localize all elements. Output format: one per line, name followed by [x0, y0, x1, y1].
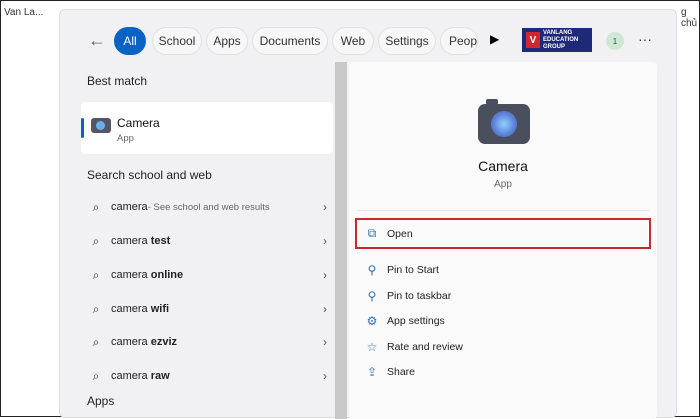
app-title: Camera	[478, 158, 528, 174]
details-pane: Camera App ⧉ Open ⚲ Pin to Start ⚲ Pin to t…	[349, 62, 657, 419]
list-item[interactable]: ⌕ camera online ›	[81, 260, 333, 290]
list-item[interactable]: ⌕ camera raw ›	[81, 361, 333, 391]
tab-apps[interactable]: Apps	[206, 27, 248, 55]
more-options-icon[interactable]: ···	[638, 31, 652, 47]
app-settings-action[interactable]: ⚙ App settings	[357, 307, 649, 335]
chevron-right-icon: ›	[323, 268, 327, 282]
back-arrow-icon[interactable]: ←	[88, 30, 106, 51]
search-icon: ⌕	[92, 301, 100, 316]
action-label: Share	[387, 366, 416, 378]
action-label: Open	[387, 227, 413, 240]
tab-school[interactable]: School	[152, 27, 202, 55]
action-label: Pin to Start	[387, 264, 439, 276]
result-term: camera	[111, 235, 151, 247]
star-icon: ☆	[366, 340, 378, 354]
selection-indicator	[81, 118, 84, 138]
org-logo[interactable]: V VANLANG EDUCATION GROUP	[522, 28, 592, 52]
search-icon: ⌕	[92, 368, 100, 383]
chevron-right-icon: ›	[323, 200, 327, 214]
result-term: camera	[111, 370, 151, 382]
result-bold: test	[150, 235, 171, 247]
pin-to-taskbar-action[interactable]: ⚲ Pin to taskbar	[357, 282, 649, 310]
share-icon: ⇪	[366, 365, 378, 379]
scroll-tabs-right-icon[interactable]: ▶	[490, 32, 499, 46]
app-subtitle: App	[494, 179, 512, 190]
pin-to-start-action[interactable]: ⚲ Pin to Start	[357, 256, 649, 284]
pin-icon: ⚲	[367, 289, 377, 303]
action-label: Pin to taskbar	[387, 290, 452, 302]
tab-documents[interactable]: Documents	[252, 27, 328, 55]
tab-web[interactable]: Web	[332, 27, 374, 55]
bookmark-home[interactable]: g chủ	[681, 7, 699, 29]
apps-heading: Apps	[87, 394, 115, 408]
rate-and-review-action[interactable]: ☆ Rate and review	[357, 333, 649, 361]
scrollbar[interactable]	[335, 62, 347, 419]
search-icon: ⌕	[92, 199, 100, 214]
avatar[interactable]: 1	[606, 32, 624, 50]
list-item[interactable]: ⌕ camera - See school and web results ›	[81, 192, 333, 222]
list-item[interactable]: ⌕ camera wifi ›	[81, 294, 333, 324]
search-icon: ⌕	[92, 267, 100, 282]
chevron-right-icon: ›	[323, 302, 327, 316]
action-label: Rate and review	[387, 341, 463, 353]
best-match-camera[interactable]: Camera App	[81, 102, 333, 154]
divider	[357, 210, 649, 211]
search-icon: ⌕	[92, 233, 100, 248]
best-match-title: Camera	[117, 116, 160, 130]
result-bold: ezviz	[150, 336, 178, 348]
result-term: camera	[111, 303, 151, 315]
result-bold: online	[150, 269, 184, 281]
tab-people[interactable]: Peop	[440, 27, 478, 55]
search-icon: ⌕	[92, 334, 100, 349]
share-action[interactable]: ⇪ Share	[357, 358, 649, 386]
tab-all[interactable]: All	[114, 27, 146, 55]
result-term: camera	[111, 201, 148, 213]
best-match-subtitle: App	[117, 133, 134, 144]
open-external-icon: ⧉	[367, 226, 377, 240]
search-panel: ← All School Apps Documents Web Settings…	[59, 9, 677, 419]
bookmark-van-lang[interactable]: Van La...	[4, 7, 43, 18]
chevron-right-icon: ›	[323, 369, 327, 383]
list-item[interactable]: ⌕ camera test ›	[81, 226, 333, 256]
camera-app-icon	[478, 99, 530, 144]
result-term: camera	[111, 336, 151, 348]
gear-icon: ⚙	[366, 314, 378, 328]
chevron-right-icon: ›	[323, 234, 327, 248]
result-bold: raw	[150, 370, 170, 382]
result-sub: - See school and web results	[147, 201, 270, 213]
camera-icon	[91, 118, 111, 133]
open-action[interactable]: ⧉ Open	[355, 218, 651, 249]
action-label: App settings	[387, 315, 445, 327]
chevron-right-icon: ›	[323, 335, 327, 349]
pin-icon: ⚲	[367, 263, 377, 277]
list-item[interactable]: ⌕ camera ezviz ›	[81, 327, 333, 357]
web-heading: Search school and web	[87, 168, 212, 182]
result-term: camera	[111, 269, 151, 281]
tab-settings[interactable]: Settings	[378, 27, 436, 55]
best-match-heading: Best match	[87, 74, 148, 88]
result-bold: wifi	[150, 303, 170, 315]
